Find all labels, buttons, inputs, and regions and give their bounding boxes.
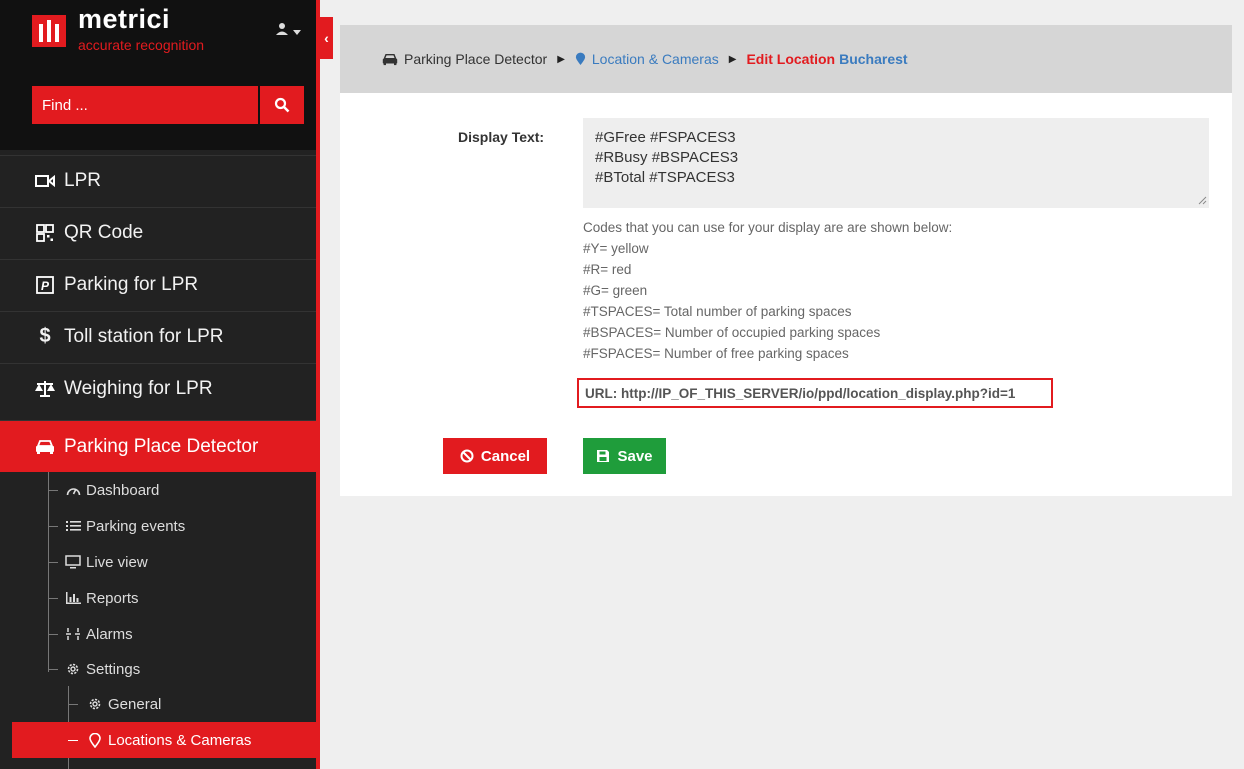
display-text-line: #RBusy #BSPACES3 <box>595 149 739 166</box>
dollar-icon: $ <box>39 325 51 347</box>
tree-branch <box>68 740 78 741</box>
save-button[interactable]: Save <box>583 438 666 474</box>
search-icon <box>274 97 290 113</box>
nav-item-weighing[interactable]: Weighing for LPR <box>0 363 316 413</box>
nav-item-lpr[interactable]: LPR <box>0 155 316 205</box>
main-panel: Parking Place Detector ▶ Location & Came… <box>340 25 1232 496</box>
nav-item-toll-station[interactable]: $ Toll station for LPR <box>0 311 316 361</box>
subnav-item-live-view[interactable]: Live view <box>0 544 316 580</box>
resize-handle-icon[interactable] <box>1198 196 1207 205</box>
subnav-label: Settings <box>86 660 141 678</box>
caret-right-icon: ▶ <box>557 53 565 65</box>
car-icon <box>382 53 398 65</box>
brand-name: metrici <box>78 4 171 34</box>
map-marker-icon <box>575 52 585 65</box>
ban-icon <box>460 449 474 463</box>
svg-text:P: P <box>41 279 50 293</box>
gear-icon <box>86 697 104 711</box>
cancel-button[interactable]: Cancel <box>443 438 547 474</box>
help-line: #Y= yellow <box>583 241 649 256</box>
subnav-label: Alarms <box>86 625 133 643</box>
help-line: #R= red <box>583 262 632 277</box>
nav-item-parking-for-lpr[interactable]: P Parking for LPR <box>0 259 316 309</box>
parking-icon: P <box>34 275 56 294</box>
subnav-label: Reports <box>86 589 139 607</box>
user-menu[interactable] <box>275 22 301 39</box>
alarms-icon <box>64 627 82 641</box>
nav-label: Weighing for LPR <box>64 377 213 399</box>
balance-scale-icon <box>34 380 56 398</box>
bar-chart-icon <box>64 592 82 604</box>
tree-branch <box>48 526 58 527</box>
subnav-label: Live view <box>86 553 148 571</box>
subnav-item-dashboard[interactable]: Dashboard <box>0 472 316 508</box>
user-icon <box>276 23 288 35</box>
search-row <box>0 68 316 150</box>
caret-right-icon: ▶ <box>728 53 737 65</box>
subnav-label: Locations & Cameras <box>108 731 252 749</box>
cancel-label: Cancel <box>480 447 531 465</box>
subnav-label: Parking events <box>86 517 186 535</box>
logo-row: metrici accurate recognition <box>0 0 316 68</box>
map-marker-icon <box>86 732 104 748</box>
display-codes-help: Codes that you can use for your display … <box>583 217 952 364</box>
help-line: #TSPACES= Total number of parking spaces <box>583 304 852 319</box>
breadcrumb-section[interactable]: Location & Cameras <box>592 51 719 67</box>
car-icon <box>34 439 56 455</box>
search-input[interactable] <box>32 86 258 124</box>
tree-branch <box>48 634 58 635</box>
display-url: URL: http://IP_OF_THIS_SERVER/io/ppd/loc… <box>577 378 1053 408</box>
display-text-field[interactable]: #GFree #FSPACES3 #RBusy #BSPACES3 #BTota… <box>583 118 1209 208</box>
subnav-item-reports[interactable]: Reports <box>0 580 316 616</box>
nav-label: Parking Place Detector <box>64 435 259 457</box>
tree-branch <box>48 562 58 563</box>
nav-item-qr-code[interactable]: QR Code <box>0 207 316 257</box>
tree-branch <box>68 704 78 705</box>
breadcrumb: Parking Place Detector ▶ Location & Came… <box>340 25 1232 93</box>
dashboard-gauge-icon <box>64 484 82 497</box>
sidebar-collapse-button[interactable]: ‹ <box>320 17 333 59</box>
display-text-line: #BTotal #TSPACES3 <box>595 169 735 186</box>
help-line: #BSPACES= Number of occupied parking spa… <box>583 325 881 340</box>
save-label: Save <box>617 447 653 465</box>
sidebar-border <box>316 0 320 769</box>
subnav-item-general[interactable]: General <box>0 686 316 722</box>
subnav-label: Dashboard <box>86 481 160 499</box>
display-text-label: Display Text: <box>458 129 545 145</box>
breadcrumb-current: Edit Location <box>746 51 836 67</box>
tree-branch <box>48 490 58 491</box>
list-icon <box>64 520 82 532</box>
video-camera-icon <box>34 173 56 189</box>
search-button[interactable] <box>260 86 304 124</box>
logo-icon <box>32 15 66 47</box>
subnav-item-locations-cameras[interactable]: Locations & Cameras <box>0 722 316 758</box>
tree-branch <box>48 669 58 670</box>
chevron-left-icon: ‹ <box>324 30 329 46</box>
sidebar: metrici accurate recognition LPR QR Code… <box>0 0 320 769</box>
monitor-icon <box>64 555 82 569</box>
breadcrumb-location: Bucharest <box>839 51 908 67</box>
nav-label: QR Code <box>64 221 144 243</box>
gear-icon <box>64 662 82 676</box>
subnav-item-alarms[interactable]: Alarms <box>0 616 316 652</box>
help-line: #FSPACES= Number of free parking spaces <box>583 346 849 361</box>
floppy-disk-icon <box>597 450 610 462</box>
brand-tagline: accurate recognition <box>78 37 205 53</box>
breadcrumb-root[interactable]: Parking Place Detector <box>404 51 547 67</box>
subnav-label: General <box>108 695 162 713</box>
subnav-item-parking-events[interactable]: Parking events <box>0 508 316 544</box>
display-text-line: #GFree #FSPACES3 <box>595 129 736 146</box>
nav-label: LPR <box>64 169 101 191</box>
tree-branch <box>48 598 58 599</box>
nav-label: Parking for LPR <box>64 273 199 295</box>
nav-label: Toll station for LPR <box>64 325 224 347</box>
caret-down-icon <box>292 30 301 35</box>
nav-item-parking-place-detector[interactable]: Parking Place Detector <box>0 420 316 472</box>
help-line: Codes that you can use for your display … <box>583 220 953 235</box>
subnav-item-settings[interactable]: Settings <box>0 651 316 687</box>
help-line: #G= green <box>583 283 648 298</box>
qr-code-icon <box>34 223 56 242</box>
